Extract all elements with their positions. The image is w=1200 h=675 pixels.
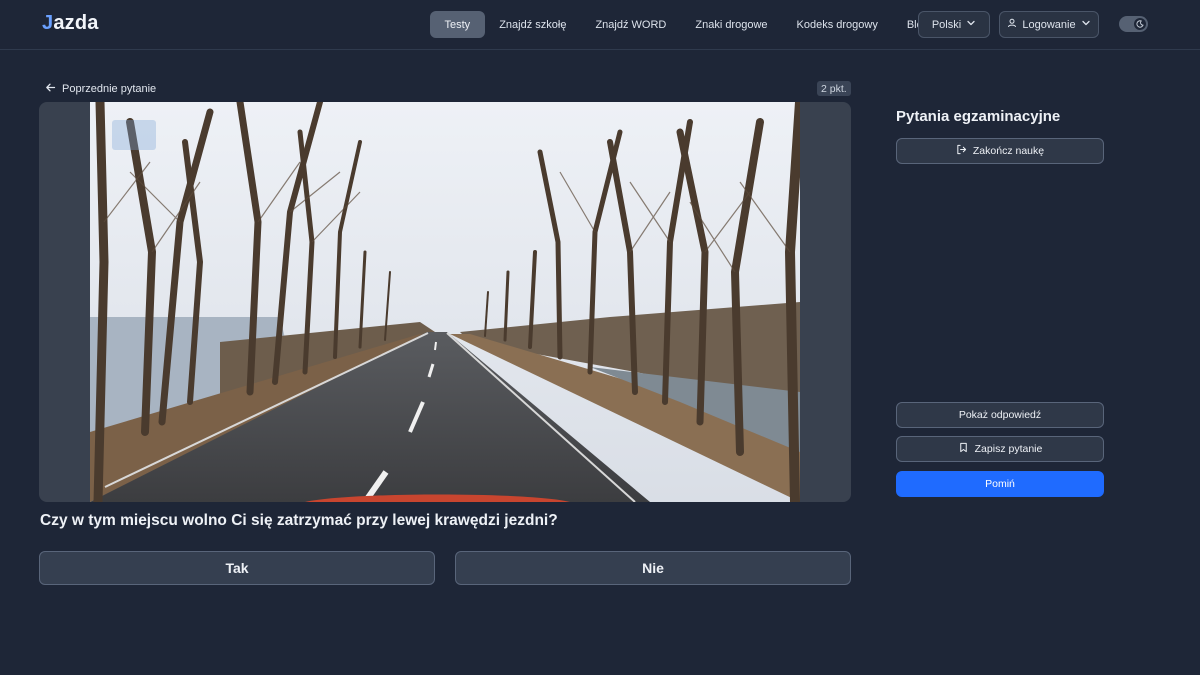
save-question-button[interactable]: Zapisz pytanie [896,436,1104,462]
points-badge: 2 pkt. [817,81,851,96]
nav-item-znajdz-szkole[interactable]: Znajdź szkołę [485,11,581,38]
skip-label: Pomiń [985,478,1015,490]
end-learning-button[interactable]: Zakończ naukę [896,138,1104,164]
save-question-label: Zapisz pytanie [974,443,1043,455]
end-learning-label: Zakończ naukę [972,145,1045,157]
previous-question-link[interactable]: Poprzednie pytanie [45,81,156,97]
moon-icon [1134,18,1146,30]
chevron-down-icon [966,18,976,31]
bookmark-icon [958,442,969,456]
site-logo[interactable]: Jazda [42,12,99,35]
chevron-down-icon [1081,18,1091,31]
answer-no-button[interactable]: Nie [455,551,851,585]
logout-icon [956,144,967,158]
nav-item-znaki-drogowe[interactable]: Znaki drogowe [681,11,782,38]
show-answer-button[interactable]: Pokaż odpowiedź [896,402,1104,428]
language-select[interactable]: Polski [918,11,990,38]
nav-item-testy[interactable]: Testy [430,11,485,38]
question-text: Czy w tym miejscu wolno Ci się zatrzymać… [40,512,558,529]
show-answer-label: Pokaż odpowiedź [958,409,1042,421]
main-nav: Testy Znajdź szkołę Znajdź WORD Znaki dr… [430,11,943,38]
logo-mark: J [42,12,54,34]
nav-item-znajdz-word[interactable]: Znajdź WORD [581,11,681,38]
nav-item-kodeks-drogowy[interactable]: Kodeks drogowy [782,11,892,38]
road-scene-image [90,102,800,502]
logo-text: azda [53,12,99,34]
question-media [39,102,851,502]
theme-toggle[interactable] [1119,16,1148,32]
top-navbar: Jazda Testy Znajdź szkołę Znajdź WORD Zn… [0,0,1200,50]
language-label: Polski [931,18,962,31]
skip-button[interactable]: Pomiń [896,471,1104,497]
sidebar-title: Pytania egzaminacyjne [896,108,1061,125]
arrow-left-icon [45,82,56,96]
answer-yes-button[interactable]: Tak [39,551,435,585]
user-icon [1007,18,1017,31]
login-label: Logowanie [1022,18,1076,31]
previous-question-label: Poprzednie pytanie [62,83,157,95]
login-button[interactable]: Logowanie [999,11,1099,38]
